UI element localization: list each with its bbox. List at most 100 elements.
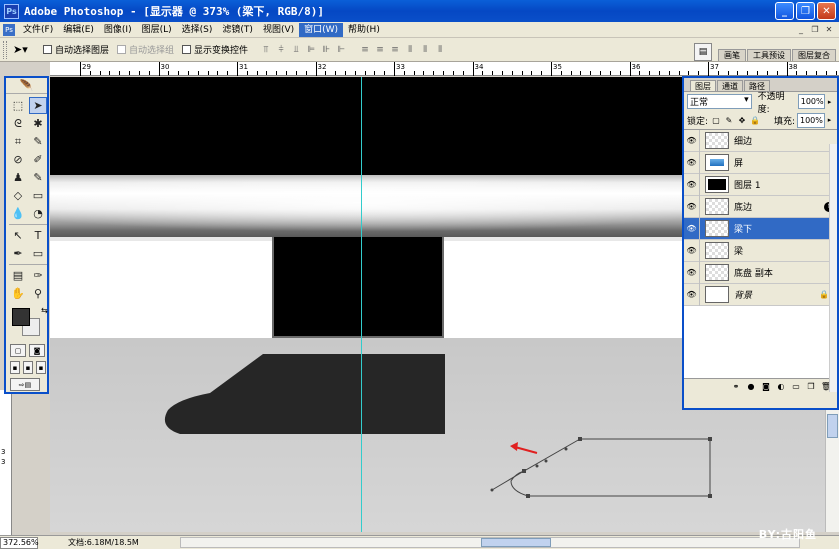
slice-tool-icon[interactable]: ✎ [29,133,47,150]
doc-restore-icon[interactable]: ❐ [809,23,821,35]
visibility-eye-icon[interactable]: 👁 [684,239,700,262]
menu-image[interactable]: 图像(I) [99,23,137,37]
fill-input[interactable]: 100% [797,112,825,128]
align-hcenter-icon[interactable]: ⊪ [320,44,332,56]
restore-button[interactable]: ❐ [796,2,815,20]
layer-row[interactable]: 👁 底盘 副本 [684,261,837,284]
layer-row[interactable]: 👁 细边 [684,129,837,152]
shape-tool-icon[interactable]: ▭ [29,245,47,262]
lasso-tool-icon[interactable]: ᘓ [9,115,27,132]
gradient-tool-icon[interactable]: ▭ [29,187,47,204]
auto-select-group-checkbox[interactable]: 自动选择组 [117,43,174,56]
screen-mode-full-icon[interactable]: ▪ [36,361,46,374]
move-tool-icon[interactable]: ➤▾ [13,42,35,58]
menu-window[interactable]: 窗口(W) [299,22,344,37]
well-tab-layer-comps[interactable]: 图层复合 [792,49,836,61]
layer-row[interactable]: 👁 梁 [684,239,837,262]
menu-layer[interactable]: 图层(L) [137,23,177,37]
well-tab-brushes[interactable]: 画笔 [718,49,746,61]
menu-view[interactable]: 视图(V) [258,23,299,37]
distribute-top-icon[interactable]: ≡ [359,44,371,56]
zoom-level-field[interactable]: 372.56% [0,536,39,549]
layer-row[interactable]: 👁 梁下 [684,217,837,240]
layer-row[interactable]: 👁底边f [684,195,837,218]
swap-colors-icon[interactable]: ⇆ [41,306,48,315]
opacity-arrow-icon[interactable]: ▸ [825,94,834,109]
link-layers-icon[interactable]: ⚭ [731,382,741,392]
tab-layers[interactable]: 图层 [690,80,716,91]
distribute-left-icon[interactable]: ⦀ [404,44,416,56]
jump-to-imageready-icon[interactable]: ⇨▤ [10,378,40,391]
show-transform-checkbox[interactable]: 显示变换控件 [182,43,248,56]
visibility-eye-icon[interactable]: 👁 [684,129,700,152]
new-layer-icon[interactable]: ❐ [806,382,816,392]
pen-tool-icon[interactable]: ✒ [9,245,27,262]
layer-link-cell[interactable] [700,262,704,284]
document-icon[interactable]: Ps [3,23,15,36]
horizontal-scroll-thumb[interactable] [481,538,551,547]
history-brush-icon[interactable]: ✎ [29,169,47,186]
menu-filter[interactable]: 滤镜(T) [217,23,258,37]
document-vertical-scrollbar[interactable] [825,410,839,532]
toolbox-feather-icon[interactable]: 🪶 [6,78,47,94]
layer-link-cell[interactable] [700,218,704,240]
doc-minimize-icon[interactable]: _ [795,23,807,35]
visibility-eye-icon[interactable]: 👁 [684,151,700,174]
lock-all-icon[interactable]: 🔒 [750,115,760,125]
minimize-button[interactable]: _ [775,2,794,20]
distribute-vcenter-icon[interactable]: ≡ [374,44,386,56]
layer-row[interactable]: 👁 图层 1 [684,173,837,196]
document-horizontal-scrollbar[interactable] [180,537,800,548]
blur-tool-icon[interactable]: 💧 [9,205,27,222]
layer-link-cell[interactable] [700,130,704,152]
visibility-eye-icon[interactable]: 👁 [684,217,700,240]
layer-link-cell[interactable] [700,174,704,196]
menu-file[interactable]: 文件(F) [18,23,58,37]
magic-wand-icon[interactable]: ✱ [29,115,47,132]
vertical-scroll-thumb[interactable] [827,414,838,438]
lock-transparency-icon[interactable]: ▢ [711,115,721,125]
distribute-bottom-icon[interactable]: ≡ [389,44,401,56]
auto-select-layer-checkbox[interactable]: 自动选择图层 [43,43,109,56]
menu-help[interactable]: 帮助(H) [343,23,385,37]
healing-brush-icon[interactable]: ⊘ [9,151,27,168]
clone-stamp-icon[interactable]: ♟ [9,169,27,186]
lock-image-icon[interactable]: ✎ [724,115,734,125]
move-tool-icon[interactable]: ➤ [29,97,47,114]
well-tab-tool-presets[interactable]: 工具预设 [747,49,791,61]
fill-arrow-icon[interactable]: ▸ [824,112,834,128]
screen-mode-standard-icon[interactable]: ▪ [10,361,20,374]
path-selection-icon[interactable]: ↖ [9,227,27,244]
align-vcenter-icon[interactable]: ⫩ [275,44,287,56]
quick-mask-icon[interactable]: ◙ [29,344,45,357]
layer-row[interactable]: 👁 屏 [684,151,837,174]
layer-link-cell[interactable] [700,284,704,306]
adjustment-layer-icon[interactable]: ◐ [776,382,786,392]
visibility-eye-icon[interactable]: 👁 [684,173,700,196]
layer-mask-icon[interactable]: ◙ [761,382,771,392]
distribute-hcenter-icon[interactable]: ⦀ [419,44,431,56]
doc-close-icon[interactable]: ✕ [823,23,835,35]
zoom-tool-icon[interactable]: ⚲ [29,285,47,302]
layer-row[interactable]: 👁 背景 🔒 [684,283,837,306]
vertical-guide[interactable] [361,77,362,532]
type-tool-icon[interactable]: T [29,227,47,244]
vertical-ruler[interactable]: 3 3 [0,390,12,536]
layer-link-cell[interactable] [700,152,704,174]
standard-mode-icon[interactable]: ▢ [10,344,26,357]
screen-mode-full-menu-icon[interactable]: ▪ [23,361,33,374]
layer-link-cell[interactable] [700,240,704,262]
foreground-color-swatch[interactable] [12,308,30,326]
layers-scrollbar[interactable] [829,144,837,392]
tab-channels[interactable]: 通道 [717,80,743,91]
align-left-icon[interactable]: ⊫ [305,44,317,56]
visibility-eye-icon[interactable]: 👁 [684,261,700,284]
distribute-right-icon[interactable]: ⦀ [434,44,446,56]
eyedropper-icon[interactable]: ✑ [29,267,47,284]
layer-link-cell[interactable] [700,196,704,218]
new-group-icon[interactable]: ▭ [791,382,801,392]
brush-tool-icon[interactable]: ✐ [29,151,47,168]
align-top-icon[interactable]: ⫪ [260,44,272,56]
menu-select[interactable]: 选择(S) [177,23,218,37]
visibility-eye-icon[interactable]: 👁 [684,195,700,218]
